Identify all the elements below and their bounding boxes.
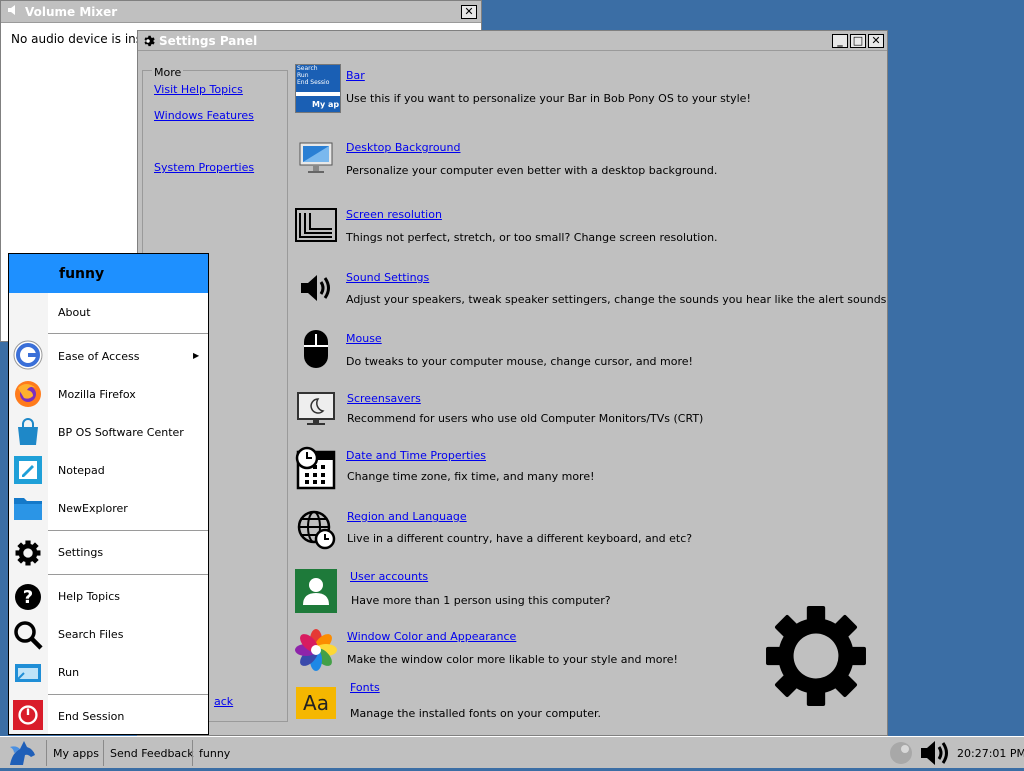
window-color-desc: Make the window color more likable to yo…	[347, 653, 678, 666]
firefox-icon	[13, 379, 43, 409]
window-color-link[interactable]: Window Color and Appearance	[347, 630, 516, 643]
ease-of-access-icon	[13, 340, 43, 370]
region-language-desc: Live in a different country, have a diff…	[347, 532, 693, 545]
start-menu-header: funny	[9, 254, 208, 293]
menu-item-firefox[interactable]: Mozilla Firefox	[58, 388, 136, 401]
folder-icon	[13, 493, 43, 523]
menu-item-help-topics[interactable]: Help Topics	[58, 590, 120, 603]
speaker-icon	[295, 267, 337, 309]
windows-features-link[interactable]: Windows Features	[154, 109, 254, 122]
taskbar: My apps Send Feedback funny 20:27:01 PM	[0, 736, 1024, 768]
large-gear-icon	[765, 605, 867, 707]
menu-separator	[48, 694, 208, 695]
settings-gear-icon	[141, 34, 155, 48]
taskbar-separator	[46, 740, 47, 766]
volume-mixer-close-button[interactable]: ✕	[461, 4, 477, 19]
back-link[interactable]: ack	[214, 695, 233, 708]
network-globe-icon[interactable]	[887, 740, 915, 766]
mouse-icon	[295, 328, 337, 370]
bar-preview-line3: End Sessio	[297, 79, 330, 86]
taskbar-separator	[103, 740, 104, 766]
user-accounts-link[interactable]: User accounts	[350, 570, 428, 583]
volume-icon[interactable]	[918, 738, 954, 768]
color-flower-icon	[295, 629, 337, 671]
sound-settings-link[interactable]: Sound Settings	[346, 271, 429, 284]
system-properties-link[interactable]: System Properties	[154, 161, 254, 174]
menu-item-ease-of-access[interactable]: Ease of Access	[58, 350, 139, 363]
screen-resolution-desc: Things not perfect, stretch, or too smal…	[346, 231, 718, 244]
start-menu: funny About Ease of Access ▶ Mozilla Fir…	[8, 253, 209, 735]
visit-help-topics-link[interactable]: Visit Help Topics	[154, 83, 243, 96]
region-language-link[interactable]: Region and Language	[347, 510, 467, 523]
user-accounts-desc: Have more than 1 person using this compu…	[351, 594, 611, 607]
desktop-background-desc: Personalize your computer even better wi…	[346, 164, 718, 177]
settings-titlebar[interactable]: Settings Panel _ □ ✕	[138, 31, 887, 51]
no-audio-message: No audio device is insta	[11, 32, 155, 46]
screensavers-link[interactable]: Screensavers	[347, 392, 421, 405]
menu-item-settings[interactable]: Settings	[58, 546, 103, 559]
menu-item-about[interactable]: About	[58, 306, 91, 319]
menu-item-notepad[interactable]: Notepad	[58, 464, 105, 477]
run-icon	[13, 658, 43, 688]
calendar-clock-icon	[295, 446, 337, 490]
user-account-icon	[295, 569, 337, 613]
mouse-desc: Do tweaks to your computer mouse, change…	[346, 355, 693, 368]
mouse-link[interactable]: Mouse	[346, 332, 382, 345]
menu-item-end-session[interactable]: End Session	[58, 710, 124, 723]
more-panel-label: More	[152, 66, 184, 79]
screen-resolution-icon	[295, 204, 337, 246]
power-icon	[13, 700, 43, 730]
settings-close-button[interactable]: ✕	[868, 33, 884, 48]
bar-desc: Use this if you want to personalize your…	[346, 92, 751, 105]
speaker-small-icon	[7, 4, 21, 19]
start-menu-username: funny	[59, 266, 105, 282]
fonts-desc: Manage the installed fonts on your compu…	[350, 707, 601, 720]
fonts-icon: Aa	[296, 687, 336, 719]
my-apps-button[interactable]: My apps	[53, 740, 99, 766]
submenu-arrow-icon: ▶	[193, 351, 200, 360]
taskbar-separator	[192, 740, 193, 766]
bar-preview-icon: Search Run End Sessio My ap	[295, 64, 341, 113]
menu-item-search-files[interactable]: Search Files	[58, 628, 123, 641]
notepad-icon	[13, 455, 43, 485]
settings-panel-window: Settings Panel _ □ ✕ More Visit Help Top…	[137, 30, 888, 736]
screen-resolution-link[interactable]: Screen resolution	[346, 208, 442, 221]
volume-mixer-title: Volume Mixer	[25, 4, 118, 19]
search-icon	[13, 620, 43, 650]
screensaver-monitor-icon	[295, 388, 337, 430]
send-feedback-button[interactable]: Send Feedback	[110, 740, 194, 766]
help-icon: ?	[13, 582, 43, 612]
sound-settings-desc: Adjust your speakers, tweak speaker sett…	[346, 293, 887, 306]
svg-text:?: ?	[23, 587, 33, 608]
menu-item-newexplorer[interactable]: NewExplorer	[58, 502, 128, 515]
settings-minimize-button[interactable]: _	[832, 33, 848, 48]
menu-separator	[48, 333, 208, 334]
bar-preview-line2: Run	[297, 72, 309, 79]
menu-item-run[interactable]: Run	[58, 666, 79, 679]
date-time-link[interactable]: Date and Time Properties	[346, 449, 486, 462]
date-time-desc: Change time zone, fix time, and many mor…	[347, 470, 595, 483]
bar-preview-line4: My ap	[296, 96, 340, 112]
settings-maximize-button[interactable]: □	[850, 33, 866, 48]
volume-mixer-titlebar[interactable]: Volume Mixer ✕	[1, 1, 481, 23]
clock[interactable]: 20:27:01 PM	[957, 740, 1024, 766]
gear-icon	[13, 538, 43, 568]
start-button[interactable]	[4, 738, 42, 768]
software-center-bag-icon	[13, 417, 43, 447]
pony-logo-icon	[10, 741, 35, 765]
menu-item-software-center[interactable]: BP OS Software Center	[58, 426, 184, 439]
fonts-link[interactable]: Fonts	[350, 681, 380, 694]
globe-clock-icon	[295, 509, 337, 551]
menu-separator	[48, 574, 208, 575]
desktop-background-link[interactable]: Desktop Background	[346, 141, 461, 154]
taskbar-user-label[interactable]: funny	[199, 740, 230, 766]
bar-preview-line1: Search	[297, 65, 318, 72]
desktop-background-icon	[295, 137, 337, 179]
screensavers-desc: Recommend for users who use old Computer…	[347, 412, 704, 425]
menu-separator	[48, 530, 208, 531]
bar-link[interactable]: Bar	[346, 69, 365, 82]
settings-title: Settings Panel	[159, 33, 258, 48]
